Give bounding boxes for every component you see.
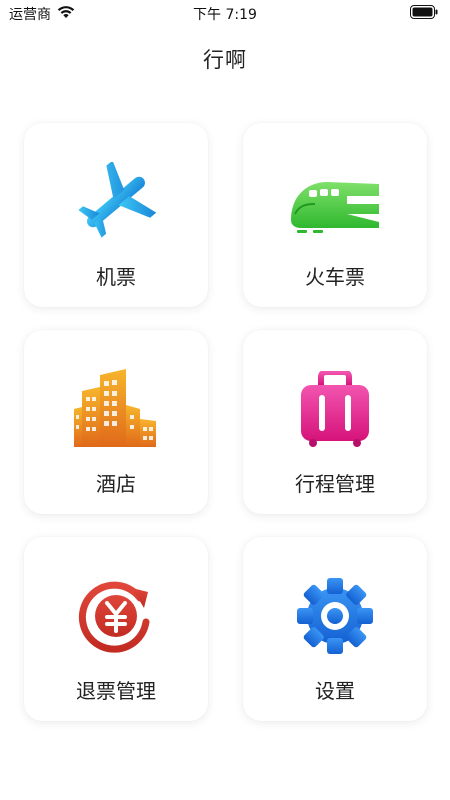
menu-tile-itinerary-label: 行程管理 (295, 472, 375, 496)
app-screen: 运营商 下午 7:19 行啊 机票 火车票 酒店 行程管理 退票管理 设置 (0, 0, 450, 800)
gear-icon (295, 576, 375, 660)
luggage-icon (299, 369, 371, 451)
menu-tile-refund[interactable]: 退票管理 (24, 537, 208, 721)
airplane-icon (76, 160, 157, 246)
hotel-building-icon (74, 369, 158, 453)
yuan-refund-icon (76, 576, 156, 660)
train-icon (287, 170, 383, 238)
menu-tile-refund-label: 退票管理 (76, 679, 156, 703)
menu-tile-settings[interactable]: 设置 (243, 537, 427, 721)
menu-tile-train-tickets-label: 火车票 (305, 265, 365, 289)
battery-icon (410, 5, 438, 23)
status-bar: 运营商 下午 7:19 (0, 0, 450, 26)
menu-tile-settings-label: 设置 (315, 679, 355, 703)
menu-tile-itinerary[interactable]: 行程管理 (243, 330, 427, 514)
menu-tile-train-tickets[interactable]: 火车票 (243, 123, 427, 307)
menu-tile-hotel-label: 酒店 (96, 472, 136, 496)
page-title: 行啊 (203, 48, 247, 72)
menu-tile-flights[interactable]: 机票 (24, 123, 208, 307)
menu-tile-hotel[interactable]: 酒店 (24, 330, 208, 514)
status-time: 下午 7:19 (193, 7, 257, 23)
menu-tile-flights-label: 机票 (96, 265, 136, 289)
